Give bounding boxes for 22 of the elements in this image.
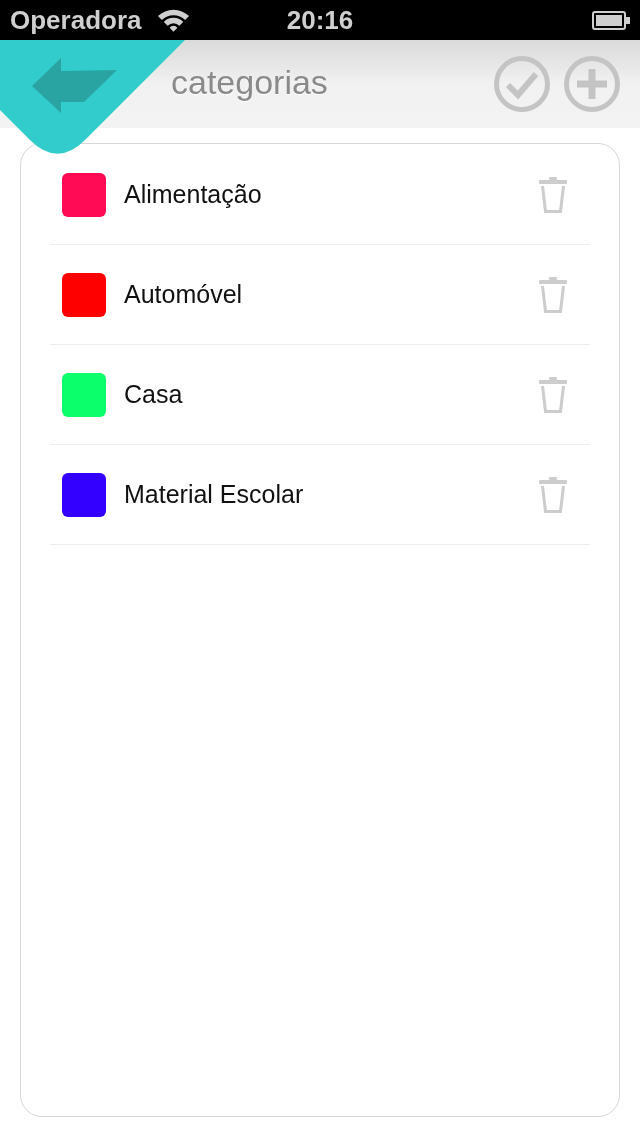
- add-button[interactable]: [564, 56, 620, 112]
- wifi-icon: [156, 8, 190, 32]
- page-title: categorias: [171, 62, 328, 102]
- carrier-name: Operadora: [10, 4, 142, 36]
- back-arrow-icon: [32, 58, 117, 113]
- category-name[interactable]: Automóvel: [124, 280, 243, 309]
- category-name[interactable]: Casa: [124, 380, 183, 409]
- trash-icon: [539, 376, 567, 413]
- delete-button[interactable]: [539, 376, 567, 413]
- delete-button[interactable]: [539, 176, 567, 213]
- check-icon: [494, 56, 550, 112]
- trash-icon: [539, 476, 567, 513]
- confirm-button[interactable]: [494, 56, 550, 112]
- category-name[interactable]: Alimentação: [124, 180, 262, 209]
- battery-icon: [592, 10, 630, 30]
- delete-button[interactable]: [539, 276, 567, 313]
- plus-icon: [564, 56, 620, 112]
- category-name[interactable]: Material Escolar: [124, 480, 304, 509]
- delete-button[interactable]: [539, 476, 567, 513]
- trash-icon: [539, 276, 567, 313]
- trash-icon: [539, 176, 567, 213]
- clock-time: 20:16: [286, 4, 354, 36]
